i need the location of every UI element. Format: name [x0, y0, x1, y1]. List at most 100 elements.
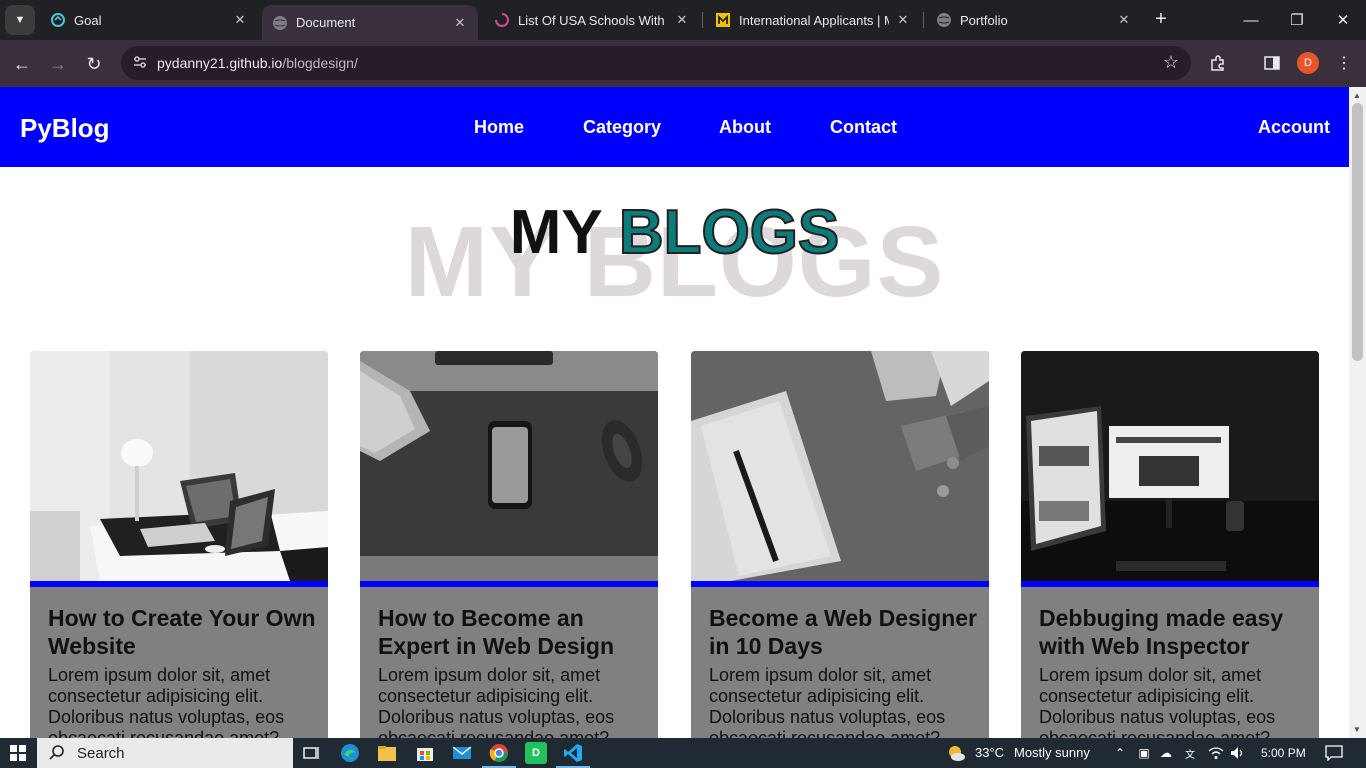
mail-icon[interactable] [451, 742, 473, 764]
reload-icon: ↻ [86, 53, 102, 74]
task-view-icon[interactable] [301, 742, 323, 764]
browser-tab-strip: ▼ Goal ✕ Document ✕ List Of USA Schools … [0, 0, 1366, 40]
tab-search-button[interactable]: ▼ [5, 5, 35, 35]
blog-card[interactable]: Debbuging made easy with Web Inspector L… [1021, 351, 1319, 738]
tab-portfolio[interactable]: Portfolio ✕ [926, 4, 1142, 36]
weather-temperature[interactable]: 33°C [975, 745, 1004, 760]
nav-home[interactable]: Home [474, 117, 524, 138]
edge-browser-icon[interactable] [339, 742, 361, 764]
close-icon: ✕ [1336, 12, 1350, 29]
scroll-down-arrow-icon[interactable]: ▼ [1353, 725, 1361, 734]
close-window-button[interactable]: ✕ [1320, 0, 1366, 40]
card-description: Lorem ipsum dolor sit, amet consectetur … [378, 665, 615, 738]
spinner-icon [494, 12, 510, 28]
windows-start-icon[interactable] [10, 745, 26, 761]
close-icon[interactable]: ✕ [674, 12, 690, 28]
globe-icon [936, 12, 952, 28]
card-description: Lorem ipsum dolor sit, amet consectetur … [709, 665, 946, 738]
url-domain: pydanny21.github.io [157, 55, 283, 71]
goal-favicon-icon [50, 12, 66, 28]
site-info-icon[interactable] [131, 54, 149, 72]
url-path: /blogdesign/ [282, 55, 358, 71]
forward-button[interactable]: → [44, 50, 72, 78]
wifi-icon[interactable] [1208, 745, 1224, 761]
globe-icon [272, 15, 288, 31]
nav-about[interactable]: About [719, 117, 771, 138]
weather-sunny-icon[interactable] [946, 743, 966, 763]
scroll-thumb[interactable] [1352, 103, 1363, 361]
scroll-up-arrow-icon[interactable]: ▲ [1353, 91, 1361, 100]
chrome-icon[interactable] [482, 742, 516, 768]
side-panel-icon[interactable] [1260, 51, 1284, 75]
site-header: PyBlog Home Category About Contact Accou… [0, 87, 1349, 167]
close-icon[interactable]: ✕ [232, 12, 248, 28]
file-explorer-icon[interactable] [376, 742, 398, 764]
search-placeholder: Search [77, 744, 125, 762]
card-accent-bar [30, 581, 328, 587]
tab-goal[interactable]: Goal ✕ [40, 4, 258, 36]
camera-icon[interactable]: ▣ [1136, 745, 1152, 761]
taskbar-clock[interactable]: 5:00 PM [1261, 746, 1306, 760]
card-title[interactable]: Become a Web Designer in 10 Days [709, 604, 979, 660]
page-scrollbar[interactable]: ▲ ▼ [1349, 87, 1366, 738]
minimize-button[interactable]: — [1228, 0, 1274, 40]
notification-center-icon[interactable] [1325, 744, 1343, 762]
card-description: Lorem ipsum dolor sit, amet consectetur … [48, 665, 285, 738]
university-icon [715, 12, 731, 28]
monitors-newspaper-photo [1021, 351, 1319, 581]
url-text: pydanny21.github.io/blogdesign/ [157, 55, 358, 71]
phone-keyboard-mouse-photo [360, 351, 658, 581]
tab-title: International Applicants | Mi [739, 12, 889, 28]
weather-condition[interactable]: Mostly sunny [1014, 745, 1090, 760]
extensions-icon[interactable] [1206, 51, 1230, 75]
title-word-blogs: BLOGS [618, 198, 840, 267]
card-accent-bar [691, 581, 989, 587]
close-icon[interactable]: ✕ [895, 12, 911, 28]
vscode-icon[interactable] [556, 742, 590, 768]
card-title[interactable]: Debbuging made easy with Web Inspector [1039, 604, 1309, 660]
blog-card[interactable]: How to Become an Expert in Web Design Lo… [360, 351, 658, 738]
address-bar[interactable]: pydanny21.github.io/blogdesign/ ☆ [121, 46, 1191, 80]
blog-card[interactable]: Become a Web Designer in 10 Days Lorem i… [691, 351, 989, 738]
tab-title: Goal [74, 12, 102, 28]
reload-button[interactable]: ↻ [80, 50, 108, 78]
more-menu-icon[interactable]: ⋮ [1332, 51, 1356, 75]
page-viewport: PyBlog Home Category About Contact Accou… [0, 87, 1349, 738]
chevron-up-icon[interactable]: ⌃ [1112, 745, 1128, 761]
desk-laptop-tablet-photo [30, 351, 328, 581]
tab-international-applicants[interactable]: International Applicants | Mi ✕ [705, 4, 921, 36]
nav-contact[interactable]: Contact [830, 117, 897, 138]
tab-document[interactable]: Document ✕ [262, 5, 478, 40]
tab-usa-schools[interactable]: List Of USA Schools With No ✕ [484, 4, 700, 36]
arrow-left-icon: ← [13, 53, 31, 74]
nav-category[interactable]: Category [583, 117, 661, 138]
browser-toolbar: ← → ↻ pydanny21.github.io/blogdesign/ ☆ … [0, 40, 1366, 87]
profile-avatar[interactable]: D [1297, 52, 1319, 74]
dbeaver-app-icon[interactable]: D [525, 742, 547, 764]
tab-separator [702, 12, 703, 28]
nav-account[interactable]: Account [1258, 117, 1330, 138]
windows-taskbar: Search D 33°C Mostly sunny ⌃ ▣ ☁ 文 5:00 … [0, 738, 1366, 768]
taskbar-search-box[interactable]: Search [37, 738, 293, 768]
title-word-my: MY [509, 198, 602, 267]
close-icon[interactable]: ✕ [1116, 12, 1132, 28]
card-title[interactable]: How to Become an Expert in Web Design [378, 604, 648, 660]
plus-icon: + [1155, 8, 1167, 30]
card-title[interactable]: How to Create Your Own Website [48, 604, 318, 660]
bookmark-star-icon[interactable]: ☆ [1163, 52, 1179, 73]
back-button[interactable]: ← [8, 50, 36, 78]
new-tab-button[interactable]: + [1150, 9, 1172, 31]
blog-card[interactable]: How to Create Your Own Website Lorem ips… [30, 351, 328, 738]
speaker-volume-icon[interactable] [1230, 745, 1246, 761]
card-description: Lorem ipsum dolor sit, amet consectetur … [1039, 665, 1276, 738]
card-accent-bar [1021, 581, 1319, 587]
minimize-icon: — [1243, 11, 1259, 29]
tab-title: Portfolio [960, 12, 1008, 28]
restore-button[interactable]: ❐ [1274, 0, 1320, 40]
site-logo[interactable]: PyBlog [20, 113, 110, 144]
input-language-icon[interactable]: 文 [1182, 745, 1198, 761]
onedrive-cloud-icon[interactable]: ☁ [1158, 745, 1174, 761]
microsoft-store-icon[interactable] [414, 742, 436, 764]
tab-title: Document [296, 15, 356, 30]
close-icon[interactable]: ✕ [452, 15, 468, 31]
